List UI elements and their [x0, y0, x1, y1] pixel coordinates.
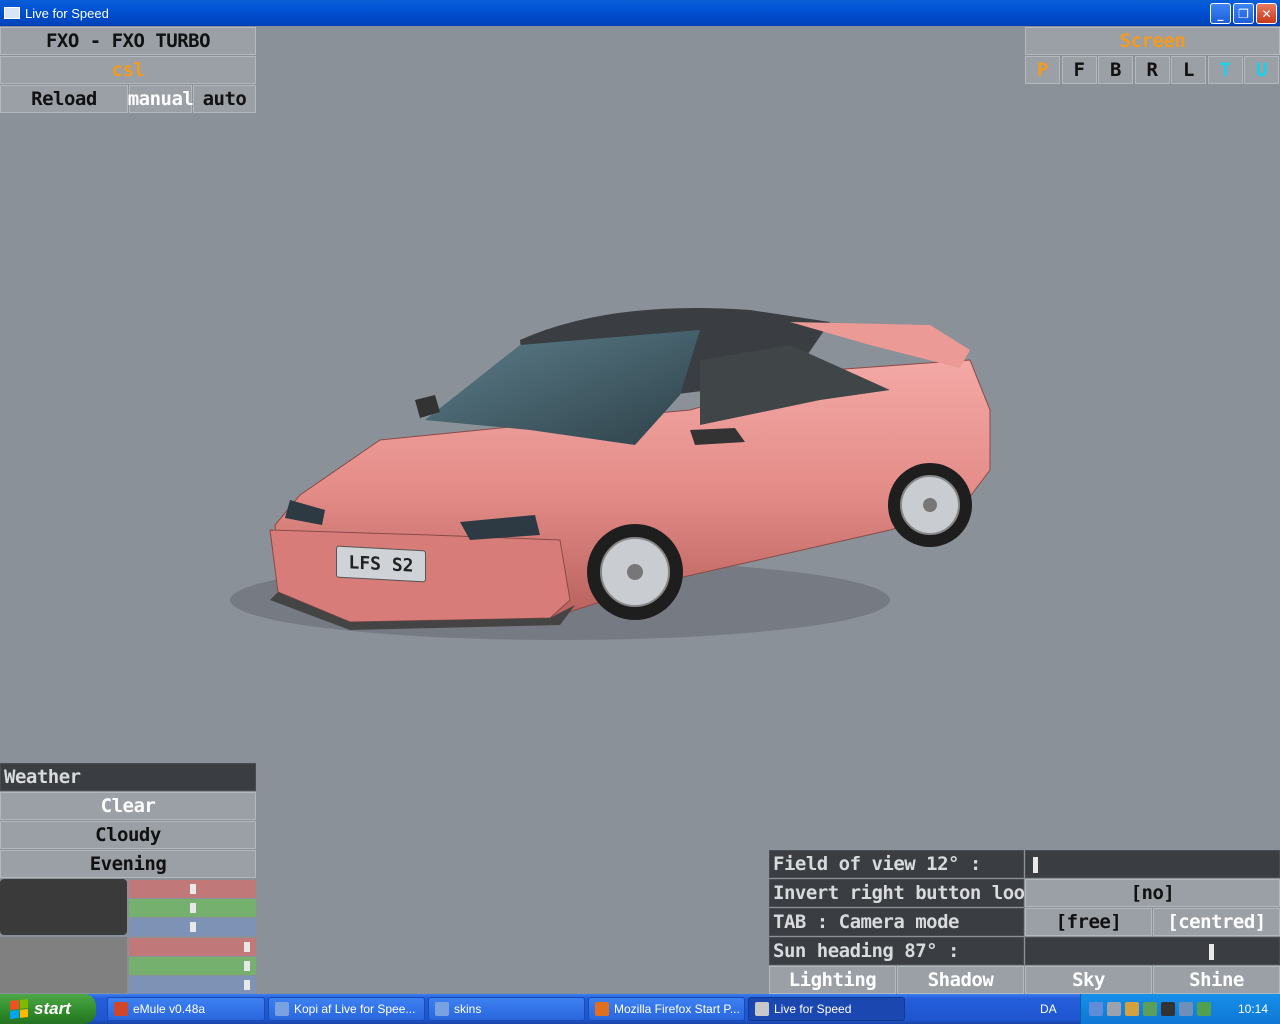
screen-view-button-l[interactable]: L — [1171, 56, 1206, 84]
ambient-green-slider-knob[interactable] — [189, 903, 196, 913]
ambient-red-slider-knob[interactable] — [189, 884, 196, 894]
network-icon[interactable] — [1089, 1002, 1103, 1016]
taskbar-item[interactable]: Kopi af Live for Spee... — [268, 997, 425, 1021]
minimize-button[interactable]: _ — [1210, 3, 1231, 24]
ambient-blue-slider[interactable] — [129, 918, 256, 936]
taskbar-item-label: Mozilla Firefox Start P... — [614, 1002, 740, 1016]
taskbar-item[interactable]: Mozilla Firefox Start P... — [588, 997, 745, 1021]
screen-button[interactable]: Screen — [1025, 27, 1280, 55]
sun-green-slider-knob[interactable] — [243, 961, 250, 971]
screen-view-button-t[interactable]: T — [1207, 56, 1243, 84]
sun-color-swatch[interactable] — [0, 937, 127, 993]
skin-name-button[interactable]: csl — [0, 56, 256, 84]
speaker-icon[interactable] — [1179, 1002, 1193, 1016]
language-indicator[interactable]: DA — [1040, 1002, 1057, 1016]
weather-clear-button[interactable]: Clear — [0, 792, 256, 820]
ambient-red-slider[interactable] — [129, 880, 256, 898]
taskbar-item-label: Live for Speed — [774, 1002, 852, 1016]
field-of-view-slider-knob[interactable] — [1032, 857, 1038, 873]
security-icon[interactable] — [1125, 1002, 1139, 1016]
connection-icon[interactable] — [1143, 1002, 1157, 1016]
system-tray: 10:14 — [1080, 994, 1280, 1024]
screen-view-button-u[interactable]: U — [1244, 56, 1279, 84]
taskbar-item-label: skins — [454, 1002, 482, 1016]
sun-red-slider[interactable] — [129, 938, 256, 956]
taskbar-item-label: eMule v0.48a — [133, 1002, 206, 1016]
field-of-view-label: Field of view 12° : — [769, 850, 1024, 878]
taskbar: start eMule v0.48a Kopi af Live for Spee.… — [0, 994, 1280, 1024]
start-button[interactable]: start — [0, 994, 96, 1024]
minimize-icon: _ — [1217, 6, 1224, 21]
ambient-blue-slider-knob[interactable] — [189, 922, 196, 932]
car-name-button[interactable]: FXO - FXO TURBO — [0, 27, 256, 55]
close-button[interactable]: ✕ — [1256, 3, 1277, 24]
invert-look-toggle[interactable]: [no] — [1025, 879, 1280, 907]
restore-icon: ❐ — [1238, 6, 1249, 21]
taskbar-item-icon — [114, 1002, 128, 1016]
taskbar-item-icon — [595, 1002, 609, 1016]
tab-sky[interactable]: Sky — [1025, 966, 1152, 994]
ambient-color-swatch[interactable] — [0, 879, 127, 935]
taskbar-item[interactable]: eMule v0.48a — [107, 997, 265, 1021]
weather-evening-button[interactable]: Evening — [0, 850, 256, 878]
weather-header: Weather — [0, 763, 256, 791]
app-tray-icon[interactable] — [1161, 1002, 1175, 1016]
display-icon[interactable] — [1107, 1002, 1121, 1016]
update-icon[interactable] — [1197, 1002, 1211, 1016]
tab-shine[interactable]: Shine — [1153, 966, 1280, 994]
weather-cloudy-button[interactable]: Cloudy — [0, 821, 256, 849]
sun-heading-slider[interactable] — [1025, 937, 1280, 965]
taskbar-item[interactable]: skins — [428, 997, 585, 1021]
camera-mode-label: TAB : Camera mode — [769, 908, 1024, 936]
invert-look-label: Invert right button look : — [769, 879, 1058, 907]
manual-button[interactable]: manual — [128, 85, 194, 113]
tab-lighting[interactable]: Lighting — [769, 966, 896, 994]
taskbar-item-icon — [435, 1002, 449, 1016]
ambient-green-slider[interactable] — [129, 899, 256, 917]
taskbar-item[interactable]: Live for Speed — [748, 997, 905, 1021]
window-titlebar[interactable]: Live for Speed _ ❐ ✕ — [0, 0, 1280, 26]
close-icon: ✕ — [1261, 6, 1272, 21]
clock: 10:14 — [1237, 1002, 1268, 1016]
taskbar-item-icon — [275, 1002, 289, 1016]
windows-logo-icon — [10, 999, 28, 1019]
sun-heading-label: Sun heading 87° : — [769, 937, 1024, 965]
camera-free-button[interactable]: [free] — [1025, 908, 1152, 936]
sun-blue-slider[interactable] — [129, 976, 256, 994]
screen-view-button-b[interactable]: B — [1098, 56, 1133, 84]
auto-button[interactable]: auto — [193, 85, 256, 113]
sun-green-slider[interactable] — [129, 957, 256, 975]
reload-button[interactable]: Reload — [0, 85, 128, 113]
restore-button[interactable]: ❐ — [1233, 3, 1254, 24]
sun-blue-slider-knob[interactable] — [243, 980, 250, 990]
screen-view-button-f[interactable]: F — [1061, 56, 1097, 84]
sun-red-slider-knob[interactable] — [243, 942, 250, 952]
field-of-view-slider[interactable] — [1025, 850, 1280, 878]
screen-view-button-r[interactable]: R — [1134, 56, 1170, 84]
start-label: start — [34, 999, 71, 1018]
window-title: Live for Speed — [25, 5, 109, 21]
license-plate: LFS S2 — [336, 545, 426, 583]
app-window-icon — [4, 7, 20, 19]
tab-shadow[interactable]: Shadow — [897, 966, 1024, 994]
camera-centred-button[interactable]: [centred] — [1153, 908, 1280, 936]
screen-view-button-p[interactable]: P — [1025, 56, 1060, 84]
car-preview — [230, 308, 991, 640]
taskbar-item-label: Kopi af Live for Spee... — [294, 1002, 416, 1016]
taskbar-item-icon — [755, 1002, 769, 1016]
sun-heading-slider-knob[interactable] — [1209, 944, 1215, 960]
